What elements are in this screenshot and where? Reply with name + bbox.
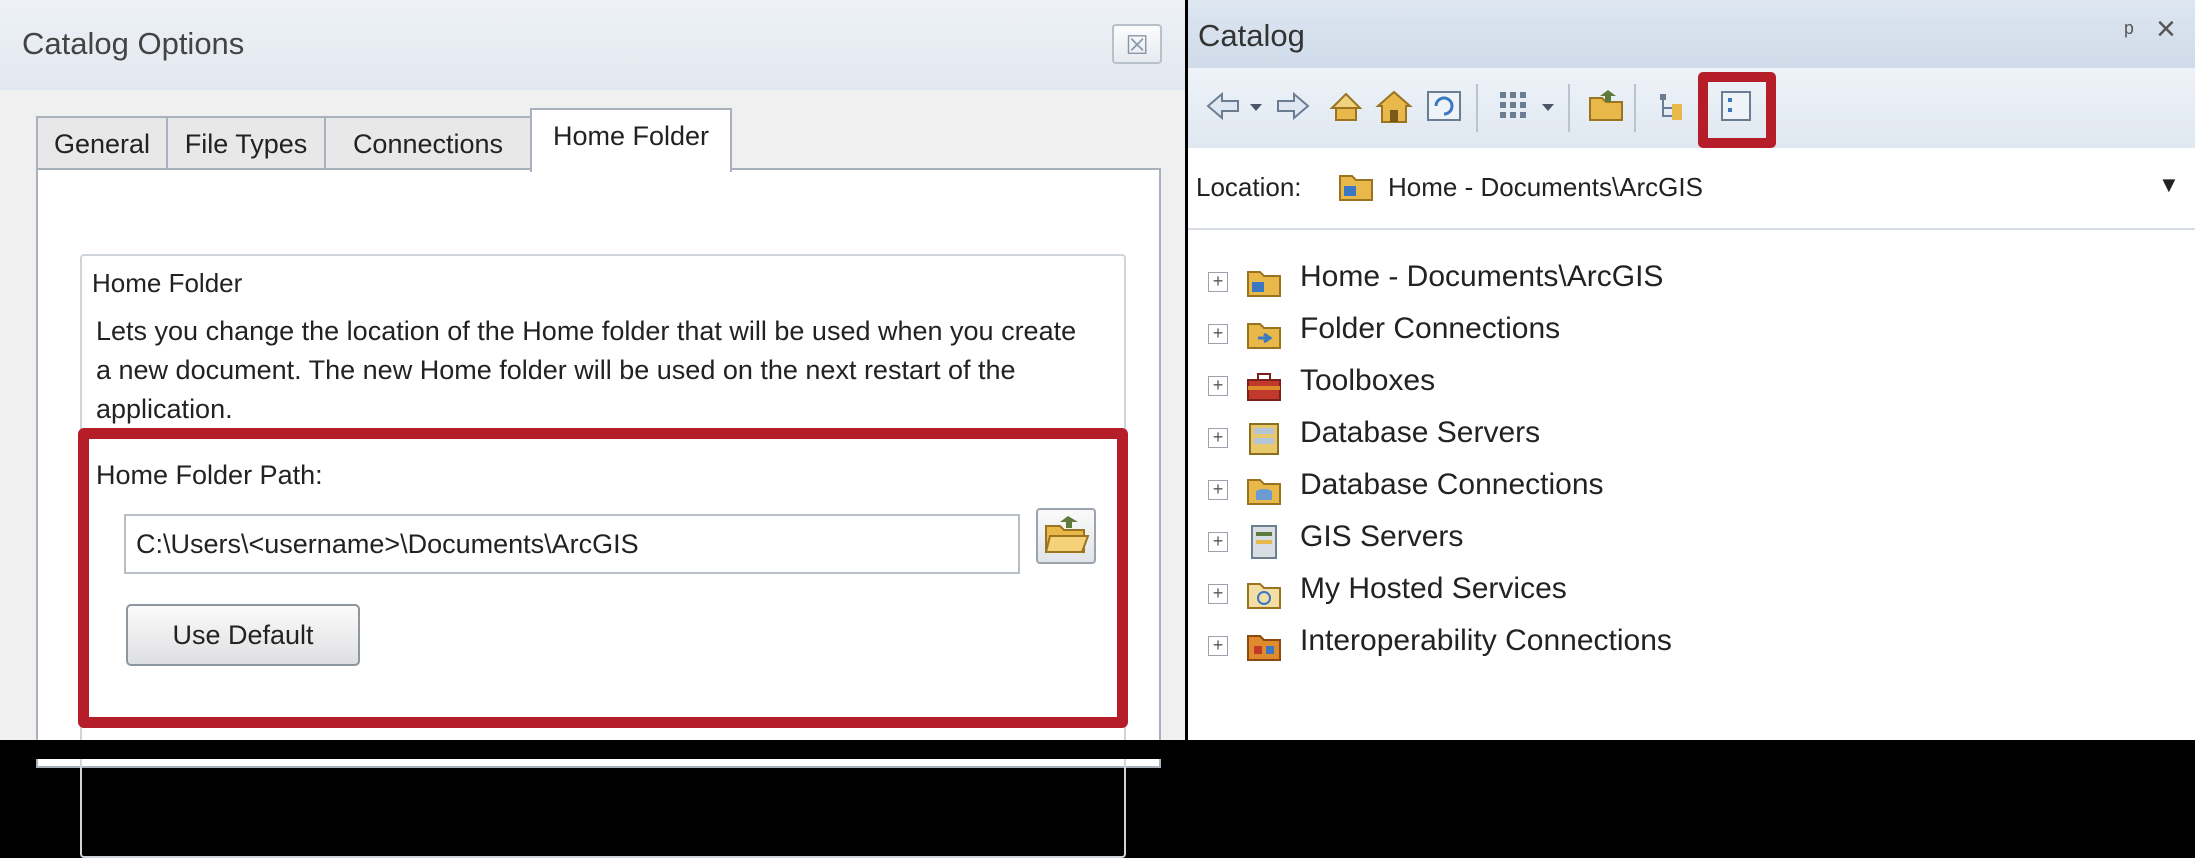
home-folder-icon <box>1339 175 1373 201</box>
tab-general[interactable]: General <box>36 116 168 170</box>
location-bar: Location: Home - Documents\ArcGIS ▼ <box>1188 148 2195 230</box>
refresh-icon[interactable] <box>1424 86 1464 126</box>
home-icon[interactable] <box>1374 86 1414 126</box>
home-folder-icon <box>1247 271 1281 297</box>
pin-icon[interactable]: ᵖ <box>2124 16 2134 47</box>
toolbar-separator <box>1476 84 1478 132</box>
tree-item[interactable]: + Folder Connections <box>1208 310 2008 360</box>
toolbar-separator <box>1568 84 1570 132</box>
folder-connections-icon <box>1247 323 1281 349</box>
interoperability-icon <box>1247 635 1281 661</box>
expand-icon[interactable]: + <box>1208 636 1228 656</box>
tab-home-folder[interactable]: Home Folder <box>530 108 732 172</box>
forward-arrow-icon[interactable] <box>1272 86 1312 126</box>
expand-icon[interactable]: + <box>1208 376 1228 396</box>
tree-item[interactable]: + Home - Documents\ArcGIS <box>1208 258 2008 308</box>
location-label: Location: <box>1196 172 1302 202</box>
tab-connections[interactable]: Connections <box>324 116 532 170</box>
views-grid-icon[interactable] <box>1494 86 1534 126</box>
use-default-button[interactable]: Use Default <box>126 604 360 666</box>
dialog-title-bar: Catalog Options ☒ <box>0 0 1185 90</box>
location-value[interactable]: Home - Documents\ArcGIS <box>1388 172 1703 203</box>
database-connections-icon <box>1247 479 1281 505</box>
expand-icon[interactable]: + <box>1208 324 1228 344</box>
gis-servers-icon <box>1251 525 1277 559</box>
expand-icon[interactable]: + <box>1208 532 1228 552</box>
tree-item-label: Interoperability Connections <box>1300 624 1672 657</box>
tree-item[interactable]: + Interoperability Connections <box>1208 622 2008 672</box>
views-dropdown-icon[interactable] <box>1538 86 1558 126</box>
tree-item[interactable]: + Database Connections <box>1208 466 2008 516</box>
tab-file-types[interactable]: File Types <box>166 116 326 170</box>
tree-item-label: Folder Connections <box>1300 312 1561 345</box>
expand-icon[interactable]: + <box>1208 480 1228 500</box>
tree-item[interactable]: + Database Servers <box>1208 414 2008 464</box>
expand-icon[interactable]: + <box>1208 272 1228 292</box>
tree-item[interactable]: + GIS Servers <box>1208 518 2008 568</box>
frame-bottom-edge <box>0 740 2195 759</box>
dialog-close-button[interactable]: ☒ <box>1112 24 1162 64</box>
tree-item-label: Database Connections <box>1300 468 1604 501</box>
tree-item[interactable]: + My Hosted Services <box>1208 570 2008 620</box>
show-contents-panel-icon[interactable] <box>1716 86 1756 126</box>
home-folder-path-input[interactable]: C:\Users\<username>\Documents\ArcGIS <box>124 514 1020 574</box>
expand-icon[interactable]: + <box>1208 428 1228 448</box>
dialog-title: Catalog Options <box>22 26 245 61</box>
home-folder-description: Lets you change the location of the Home… <box>96 316 1077 424</box>
home-folder-path-label: Home Folder Path: <box>96 460 323 490</box>
group-legend: Home Folder <box>86 268 249 299</box>
location-dropdown-icon[interactable]: ▼ <box>2158 172 2180 198</box>
tree-item-label: My Hosted Services <box>1300 572 1567 605</box>
hosted-services-icon <box>1247 583 1281 609</box>
tree-item[interactable]: + Toolboxes <box>1208 362 2008 412</box>
tree-item-label: Toolboxes <box>1300 364 1436 397</box>
tree-item-label: Database Servers <box>1300 416 1541 449</box>
open-folder-icon <box>1044 516 1090 553</box>
browse-folder-button[interactable] <box>1036 508 1096 564</box>
back-arrow-icon[interactable] <box>1204 86 1244 126</box>
catalog-options-dialog: Catalog Options ☒ General File Types Con… <box>0 0 1185 858</box>
toolbar-separator <box>1634 84 1636 132</box>
tree-item-label: GIS Servers <box>1300 520 1464 553</box>
toolboxes-icon <box>1247 373 1281 401</box>
catalog-title: Catalog <box>1198 18 1305 53</box>
catalog-toolbar <box>1188 68 2195 148</box>
catalog-window: Catalog ᵖ × Location: Home - Documents\A… <box>1188 0 2195 759</box>
connect-to-folder-icon[interactable] <box>1586 86 1626 126</box>
back-dropdown-icon[interactable] <box>1246 86 1266 126</box>
database-servers-icon <box>1249 423 1279 455</box>
catalog-title-bar: Catalog ᵖ × <box>1188 0 2195 68</box>
expand-icon[interactable]: + <box>1208 584 1228 604</box>
tree-item-label: Home - Documents\ArcGIS <box>1300 260 1664 293</box>
toggle-contents-panel-icon[interactable] <box>1654 86 1694 126</box>
up-one-level-icon[interactable] <box>1326 86 1366 126</box>
catalog-close-button[interactable]: × <box>2156 10 2176 49</box>
